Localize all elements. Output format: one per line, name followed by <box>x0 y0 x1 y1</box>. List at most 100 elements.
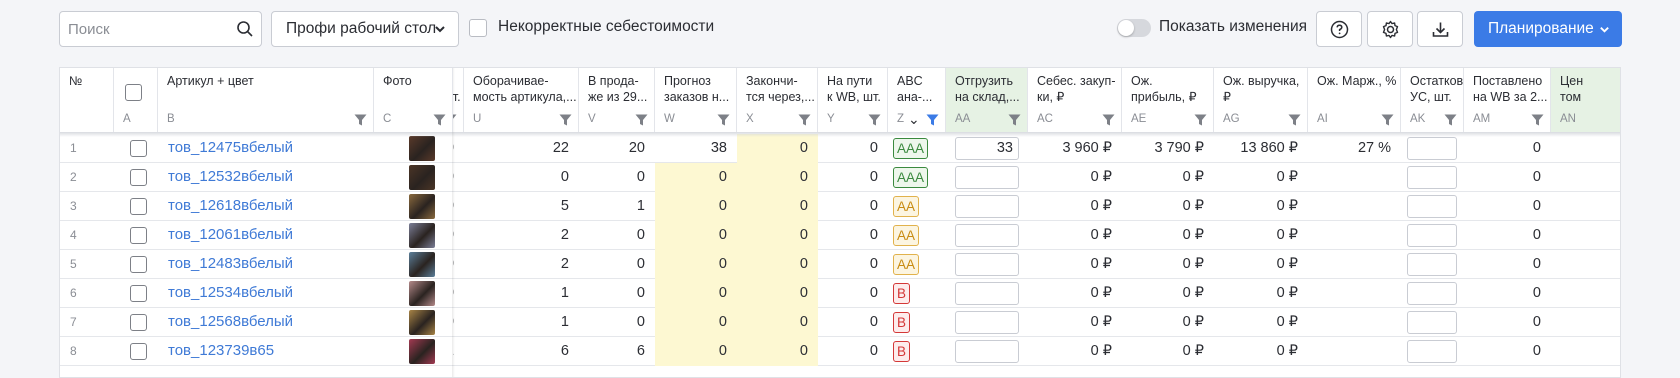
table-header: гд., шт.TОборачивае-мость артикула,...UВ… <box>60 68 1620 137</box>
us-stock-input[interactable] <box>1407 311 1457 334</box>
filter-icon[interactable] <box>717 114 730 126</box>
us-stock-input[interactable] <box>1407 195 1457 218</box>
column-header-forecast[interactable]: Прогноз заказов н... W <box>655 68 737 132</box>
cell-supplied: 0 <box>1532 198 1541 214</box>
row-checkbox[interactable] <box>130 198 147 215</box>
cell-abc: B <box>888 337 946 366</box>
search-input[interactable] <box>60 12 230 46</box>
us-stock-input[interactable] <box>1407 166 1457 189</box>
column-letter: AA <box>955 113 971 125</box>
column-header-price_cut[interactable]: Цен том AN <box>1551 68 1620 132</box>
ship-quantity-input[interactable] <box>955 195 1019 218</box>
select-all-checkbox[interactable] <box>125 84 142 101</box>
table-row[interactable]: 0510000 ₽0 ₽0 ₽0AA3тов_12618вбелый <box>60 192 1620 221</box>
column-header-article[interactable]: Артикул + цвет B <box>158 68 374 132</box>
row-checkbox[interactable] <box>130 169 147 186</box>
us-stock-input[interactable] <box>1407 137 1457 160</box>
filter-icon[interactable] <box>1381 114 1394 126</box>
column-title: Поставлено <box>1473 74 1543 88</box>
incorrect-cost-checkbox[interactable] <box>469 19 487 37</box>
column-header-in_transit[interactable]: На пути к WB, шт. Y <box>818 68 888 132</box>
search-box[interactable] <box>59 11 262 47</box>
column-header-runs_out[interactable]: Закончи-тся через,... X <box>737 68 818 132</box>
planning-button[interactable]: Планирование <box>1474 11 1622 47</box>
us-stock-input[interactable] <box>1407 282 1457 305</box>
filter-icon[interactable] <box>926 114 939 126</box>
ship-quantity-input[interactable] <box>955 224 1019 247</box>
filter-icon[interactable] <box>1008 114 1021 126</box>
product-photo[interactable] <box>409 252 435 277</box>
us-stock-input[interactable] <box>1407 340 1457 363</box>
table-row[interactable]: 0200000 ₽0 ₽0 ₽0AA4тов_12061вбелый <box>60 221 1620 250</box>
filter-icon[interactable] <box>1531 114 1544 126</box>
ship-quantity-input[interactable]: 33 <box>955 137 1019 160</box>
row-checkbox[interactable] <box>130 256 147 273</box>
ship-quantity-input[interactable] <box>955 166 1019 189</box>
table-row[interactable]: 0222038003 960 ₽3 790 ₽13 860 ₽27 %0AAA3… <box>60 134 1620 163</box>
show-changes-toggle[interactable] <box>1117 19 1151 37</box>
product-photo[interactable] <box>409 339 435 364</box>
filter-icon[interactable] <box>1444 114 1457 126</box>
table-row[interactable]: 0100000 ₽0 ₽0 ₽0B6тов_12534вбелый <box>60 279 1620 308</box>
article-link[interactable]: тов_12483вбелый <box>158 250 374 279</box>
cell-cost: 0 ₽ <box>1090 314 1112 330</box>
search-icon[interactable] <box>236 20 254 38</box>
column-header-revenue[interactable]: Ож. выручка, ₽ AG <box>1214 68 1308 132</box>
filter-icon[interactable] <box>354 114 367 126</box>
article-link[interactable]: тов_12618вбелый <box>158 192 374 221</box>
column-header-check[interactable]: A <box>114 68 158 132</box>
row-checkbox[interactable] <box>130 140 147 157</box>
table-row[interactable]: 0000000 ₽0 ₽0 ₽0AAA2тов_12532вбелый <box>60 163 1620 192</box>
settings-button[interactable] <box>1367 11 1413 47</box>
article-link[interactable]: тов_12475вбелый <box>158 134 374 163</box>
table-row[interactable]: 0100000 ₽0 ₽0 ₽0B7тов_12568вбелый <box>60 308 1620 337</box>
ship-quantity-input[interactable] <box>955 311 1019 334</box>
filter-icon[interactable] <box>1194 114 1207 126</box>
column-header-turnover[interactable]: Оборачивае-мость артикула,... U <box>464 68 579 132</box>
column-header-photo[interactable]: Фото C <box>374 68 453 132</box>
filter-icon[interactable] <box>433 114 446 126</box>
column-header-abc[interactable]: ABC ана-... ⌄ Z <box>888 68 946 132</box>
filter-icon[interactable] <box>635 114 648 126</box>
row-checkbox[interactable] <box>130 343 147 360</box>
column-header-cost[interactable]: Себес. закуп-ки, ₽ AC <box>1028 68 1122 132</box>
filter-icon[interactable] <box>559 114 572 126</box>
download-button[interactable] <box>1417 11 1463 47</box>
article-link[interactable]: тов_12532вбелый <box>158 163 374 192</box>
sort-chevron-icon[interactable]: ⌄ <box>908 112 920 126</box>
filter-icon[interactable] <box>798 114 811 126</box>
us-stock-input[interactable] <box>1407 224 1457 247</box>
us-stock-input[interactable] <box>1407 253 1457 276</box>
help-button[interactable] <box>1316 11 1362 47</box>
table-row[interactable]: 0200000 ₽0 ₽0 ₽0AA5тов_12483вбелый <box>60 250 1620 279</box>
ship-quantity-input[interactable] <box>955 282 1019 305</box>
article-link[interactable]: тов_123739в65 <box>158 337 374 366</box>
row-checkbox[interactable] <box>130 314 147 331</box>
product-photo[interactable] <box>409 194 435 219</box>
column-header-on_sale[interactable]: В прода-же из 29... V <box>579 68 655 132</box>
column-header-supplied[interactable]: Поставлено на WB за 2... AM <box>1464 68 1551 132</box>
preset-select[interactable]: Профи рабочий стол <box>271 11 459 47</box>
ship-quantity-input[interactable] <box>955 253 1019 276</box>
product-photo[interactable] <box>409 136 435 161</box>
article-link[interactable]: тов_12061вбелый <box>158 221 374 250</box>
article-link[interactable]: тов_12534вбелый <box>158 279 374 308</box>
filter-icon[interactable] <box>1288 114 1301 126</box>
filter-icon[interactable] <box>868 114 881 126</box>
row-checkbox[interactable] <box>130 227 147 244</box>
filter-icon[interactable] <box>1102 114 1115 126</box>
column-header-ship[interactable]: Отгрузить на склад,... AA <box>946 68 1028 132</box>
column-header-us_stock[interactable]: Остатков УС, шт. AK <box>1401 68 1464 132</box>
row-checkbox[interactable] <box>130 285 147 302</box>
product-photo[interactable] <box>409 281 435 306</box>
product-photo[interactable] <box>409 310 435 335</box>
column-header-num[interactable]: № <box>60 68 114 132</box>
product-photo[interactable] <box>409 165 435 190</box>
product-photo[interactable] <box>409 223 435 248</box>
ship-quantity-input[interactable] <box>955 340 1019 363</box>
table-row[interactable]: 1660000 ₽0 ₽0 ₽0B8тов_123739в65 <box>60 337 1620 366</box>
column-header-profit[interactable]: Ож. прибыль, ₽ AE <box>1122 68 1214 132</box>
article-link[interactable]: тов_12568вбелый <box>158 308 374 337</box>
column-title: В прода- <box>588 74 639 88</box>
column-header-margin[interactable]: Ож. Марж., % AI <box>1308 68 1401 132</box>
